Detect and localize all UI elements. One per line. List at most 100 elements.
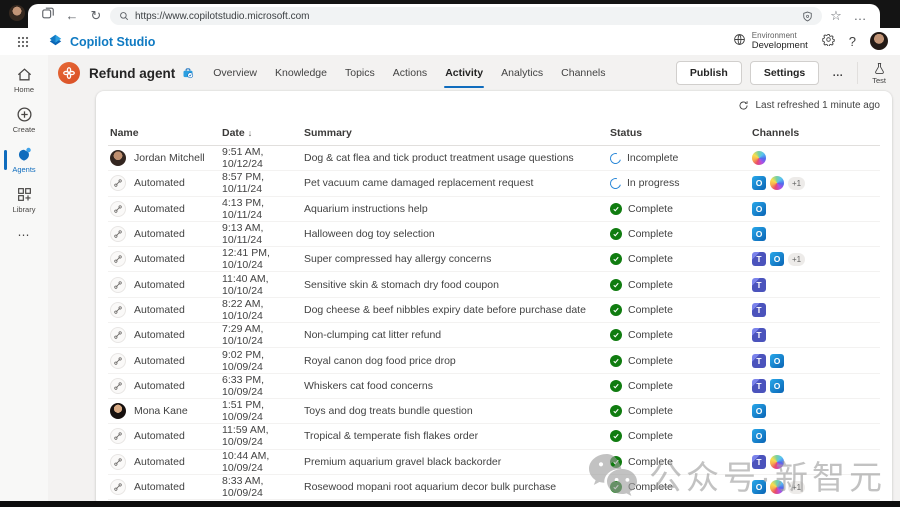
cell-summary: Royal canon dog food price drop — [304, 355, 610, 367]
cell-channels: T — [752, 303, 880, 317]
sidebar-more-icon[interactable]: ⋯ — [18, 228, 31, 242]
sidebar-item-home[interactable]: Home — [3, 62, 45, 99]
refresh-status-icon[interactable] — [738, 100, 749, 111]
publish-button[interactable]: Publish — [676, 61, 742, 85]
cell-date: 8:22 AM, 10/10/24 — [222, 298, 304, 322]
column-header-channels[interactable]: Channels — [752, 127, 880, 139]
table-row[interactable]: Automated 11:40 AM, 10/10/24 Sensitive s… — [108, 272, 880, 297]
product-home-link[interactable]: Copilot Studio — [48, 33, 155, 50]
tab-overview[interactable]: Overview — [204, 55, 266, 91]
cell-name: Automated — [108, 302, 222, 318]
cell-date: 11:59 AM, 10/09/24 — [222, 424, 304, 448]
table-row[interactable]: Automated 10:44 AM, 10/09/24 Premium aqu… — [108, 450, 880, 475]
automated-icon — [110, 226, 126, 242]
automated-icon — [110, 479, 126, 495]
url-text[interactable]: https://www.copilotstudio.microsoft.com — [135, 11, 796, 22]
cell-date: 8:33 AM, 10/09/24 — [222, 475, 304, 499]
cell-name: Automated — [108, 277, 222, 293]
tab-topics[interactable]: Topics — [336, 55, 384, 91]
row-name-text: Jordan Mitchell — [134, 152, 205, 164]
address-bar[interactable]: https://www.copilotstudio.microsoft.com — [110, 7, 822, 25]
tab-actions[interactable]: Actions — [384, 55, 436, 91]
automated-icon — [110, 175, 126, 191]
refresh-icon[interactable]: ↻ — [86, 6, 106, 26]
waffle-menu-icon[interactable] — [12, 31, 34, 53]
sidebar-item-label: Home — [14, 85, 34, 94]
sidebar-item-agents[interactable]: Agents — [3, 142, 45, 179]
column-header-date[interactable]: Date ↓ — [222, 127, 304, 139]
status-complete-icon — [610, 304, 622, 316]
cell-date: 9:13 AM, 10/11/24 — [222, 222, 304, 246]
sidebar-item-create[interactable]: Create — [3, 102, 45, 139]
row-name-text: Automated — [134, 329, 185, 341]
outlook-channel-icon: O — [770, 354, 784, 368]
favorites-star-icon[interactable]: ☆ — [826, 6, 846, 26]
table-row[interactable]: Automated 8:33 AM, 10/09/24 Rosewood mop… — [108, 475, 880, 500]
column-header-date-label: Date — [222, 127, 245, 139]
table-row[interactable]: Automated 11:59 AM, 10/09/24 Tropical & … — [108, 424, 880, 449]
sidebar-item-label: Library — [13, 205, 36, 214]
sidebar-item-label: Create — [13, 125, 36, 134]
back-icon[interactable]: ← — [62, 6, 82, 26]
agents-icon — [16, 146, 33, 163]
status-text: Complete — [628, 405, 673, 417]
outlook-channel-icon: O — [752, 480, 766, 494]
table-row[interactable]: Mona Kane 1:51 PM, 10/09/24 Toys and dog… — [108, 399, 880, 424]
row-name-text: Automated — [134, 253, 185, 265]
copilot-channel-icon — [770, 480, 784, 494]
cell-summary: Pet vacuum came damaged replacement requ… — [304, 177, 610, 189]
table-row[interactable]: Automated 8:57 PM, 10/11/24 Pet vacuum c… — [108, 171, 880, 196]
teams-channel-icon: T — [752, 278, 766, 292]
account-avatar[interactable] — [870, 32, 888, 50]
browser-more-icon[interactable]: … — [850, 6, 870, 26]
table-body: Jordan Mitchell 9:51 AM, 10/12/24 Dog & … — [108, 146, 880, 500]
left-nav-rail: Home Create Agents Library ⋯ — [0, 55, 48, 501]
tab-groups-icon[interactable] — [38, 6, 58, 26]
table-row[interactable]: Automated 6:33 PM, 10/09/24 Whiskers cat… — [108, 374, 880, 399]
table-row[interactable]: Automated 9:02 PM, 10/09/24 Royal canon … — [108, 348, 880, 373]
column-header-summary[interactable]: Summary — [304, 127, 610, 139]
column-header-name[interactable]: Name — [108, 127, 222, 139]
cell-status: Complete — [610, 380, 752, 392]
cell-channels — [752, 151, 880, 165]
cell-date: 4:13 PM, 10/11/24 — [222, 197, 304, 221]
browser-profile-avatar[interactable] — [9, 5, 25, 21]
tab-activity[interactable]: Activity — [436, 55, 492, 91]
beaker-icon — [873, 62, 886, 75]
table-row[interactable]: Automated 4:13 PM, 10/11/24 Aquarium ins… — [108, 197, 880, 222]
column-header-status[interactable]: Status — [610, 127, 752, 139]
site-permissions-icon[interactable] — [802, 11, 813, 22]
help-icon[interactable]: ? — [849, 34, 856, 49]
sort-descending-icon: ↓ — [248, 128, 253, 138]
cell-summary: Toys and dog treats bundle question — [304, 405, 610, 417]
tab-channels[interactable]: Channels — [552, 55, 614, 91]
cell-name: Jordan Mitchell — [108, 150, 222, 166]
table-row[interactable]: Automated 9:13 AM, 10/11/24 Halloween do… — [108, 222, 880, 247]
table-row[interactable]: Automated 12:41 PM, 10/10/24 Super compr… — [108, 247, 880, 272]
managed-agent-badge-icon — [182, 67, 194, 79]
table-row[interactable]: Automated 7:29 AM, 10/10/24 Non-clumping… — [108, 323, 880, 348]
cell-status: Complete — [610, 355, 752, 367]
cell-status: Complete — [610, 304, 752, 316]
outlook-channel-icon: O — [752, 202, 766, 216]
environment-picker[interactable]: Environment Development — [733, 32, 808, 51]
settings-gear-icon[interactable] — [822, 33, 835, 49]
test-button-label: Test — [872, 76, 886, 85]
settings-button[interactable]: Settings — [750, 61, 819, 85]
row-name-text: Automated — [134, 380, 185, 392]
copilot-channel-icon — [770, 176, 784, 190]
agent-more-icon[interactable]: … — [827, 67, 849, 79]
tab-knowledge[interactable]: Knowledge — [266, 55, 336, 91]
cell-name: Automated — [108, 479, 222, 495]
product-name: Copilot Studio — [70, 35, 155, 49]
test-button[interactable]: Test — [866, 62, 892, 85]
status-text: Complete — [628, 329, 673, 341]
cell-summary: Aquarium instructions help — [304, 203, 610, 215]
sidebar-item-library[interactable]: Library — [3, 182, 45, 219]
table-row[interactable]: Jordan Mitchell 9:51 AM, 10/12/24 Dog & … — [108, 146, 880, 171]
cell-date: 12:41 PM, 10/10/24 — [222, 247, 304, 271]
status-text: Complete — [628, 253, 673, 265]
table-row[interactable]: Automated 8:22 AM, 10/10/24 Dog cheese &… — [108, 298, 880, 323]
cell-name: Automated — [108, 327, 222, 343]
tab-analytics[interactable]: Analytics — [492, 55, 552, 91]
